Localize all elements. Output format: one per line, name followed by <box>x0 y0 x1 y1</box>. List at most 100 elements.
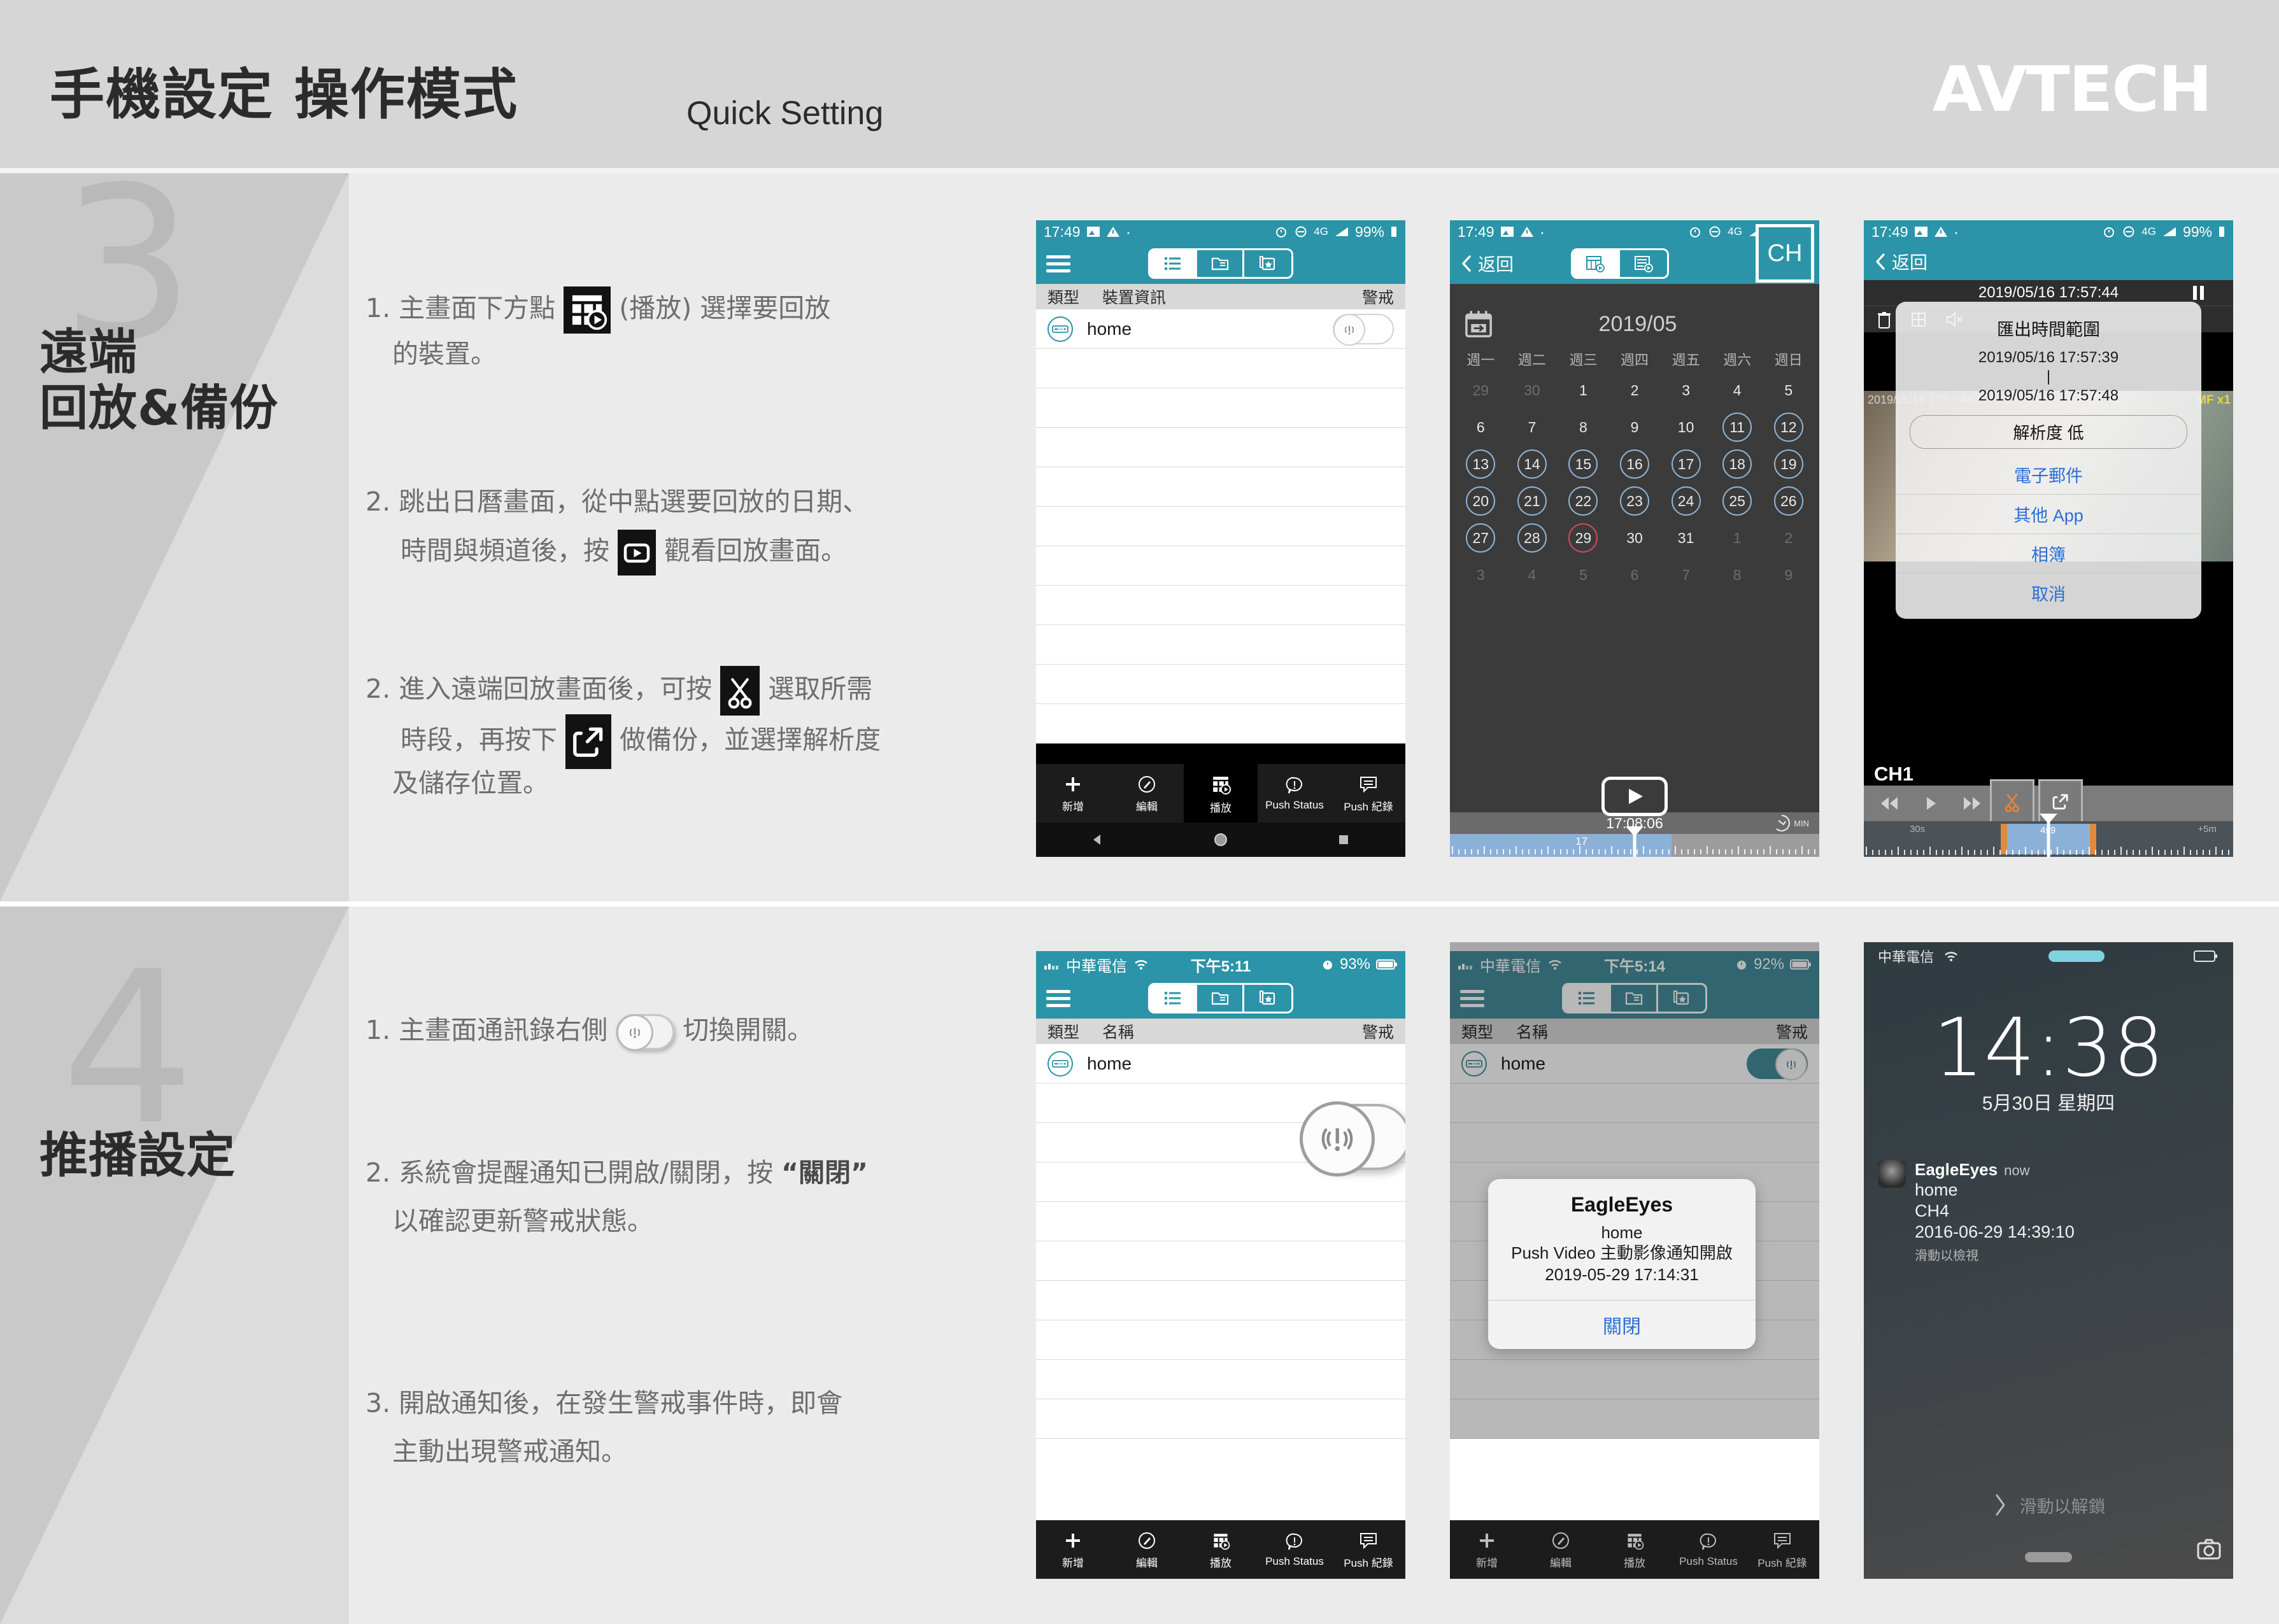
folder-icon[interactable] <box>1197 250 1244 277</box>
calendar-day[interactable]: 1 <box>1712 523 1763 553</box>
list-item[interactable] <box>1450 1123 1819 1162</box>
calendar-day[interactable]: 31 <box>1660 523 1712 553</box>
calendar-day[interactable]: 5 <box>1558 560 1609 590</box>
calendar-day[interactable]: 10 <box>1660 413 1712 442</box>
calendar-day[interactable]: 11 <box>1712 413 1763 442</box>
list-item[interactable] <box>1036 388 1405 428</box>
calendar-day[interactable]: 21 <box>1507 486 1558 516</box>
calendar-grid-icon[interactable] <box>1572 250 1620 277</box>
fast-forward-icon[interactable] <box>1961 795 1982 812</box>
menu-icon[interactable] <box>1046 986 1070 1011</box>
export-resolution-select[interactable]: 解析度 低 <box>1910 414 2187 449</box>
list-icon[interactable] <box>1150 985 1197 1012</box>
camera-icon[interactable] <box>2195 1535 2223 1566</box>
list-item[interactable] <box>1450 1084 1819 1123</box>
list-item[interactable] <box>1036 1320 1405 1360</box>
view-segmented-control[interactable] <box>1562 983 1707 1013</box>
export-option-email[interactable]: 電子郵件 <box>1896 455 2201 494</box>
list-item[interactable] <box>1036 467 1405 507</box>
trash-icon[interactable] <box>1875 310 1893 329</box>
playback-mode-segmented-control[interactable] <box>1570 248 1669 279</box>
calendar-day[interactable]: 9 <box>1609 413 1661 442</box>
calendar-day[interactable]: 20 <box>1455 486 1507 516</box>
calendar-day[interactable]: 29 <box>1455 376 1507 405</box>
tab-push-log[interactable]: Push 紀錄 <box>1331 773 1405 814</box>
tab-edit[interactable]: 編輯 <box>1110 1530 1184 1570</box>
calendar-day[interactable]: 4 <box>1712 376 1763 405</box>
alarm-toggle-callout[interactable] <box>1300 1101 1405 1176</box>
calendar-day[interactable]: 28 <box>1507 523 1558 553</box>
toggle-knob[interactable] <box>1300 1101 1375 1176</box>
list-icon[interactable] <box>1564 985 1611 1012</box>
calendar-day[interactable]: 2 <box>1609 376 1661 405</box>
calendar-day[interactable]: 19 <box>1763 449 1814 479</box>
tab-add[interactable]: 新增 <box>1450 1530 1524 1570</box>
tab-playback[interactable]: 播放 <box>1598 1530 1672 1570</box>
list-icon[interactable] <box>1150 250 1197 277</box>
event-list-icon[interactable] <box>1620 250 1667 277</box>
calendar-day[interactable]: 8 <box>1712 560 1763 590</box>
calendar-day[interactable]: 24 <box>1660 486 1712 516</box>
tab-push-log[interactable]: Push 紀錄 <box>1331 1530 1405 1570</box>
calendar-day[interactable]: 27 <box>1455 523 1507 553</box>
favorite-icon[interactable] <box>1244 250 1291 277</box>
timeline-ruler[interactable]: 17 <box>1450 826 1819 857</box>
list-item[interactable] <box>1036 349 1405 388</box>
calendar-day[interactable]: 3 <box>1455 560 1507 590</box>
pause-icon[interactable] <box>2193 286 2204 300</box>
list-item[interactable] <box>1036 428 1405 467</box>
tab-playback[interactable]: 播放 <box>1184 1530 1258 1570</box>
slide-to-unlock[interactable]: 滑動以解鎖 <box>1864 1492 2233 1518</box>
calendar-day[interactable]: 12 <box>1763 413 1814 442</box>
list-item[interactable] <box>1036 625 1405 665</box>
calendar-day[interactable]: 6 <box>1609 560 1661 590</box>
toggle-knob[interactable] <box>1775 1048 1807 1080</box>
back-button[interactable]: 返回 <box>1460 251 1514 276</box>
tab-push-log[interactable]: Push 紀錄 <box>1745 1530 1819 1570</box>
list-item[interactable] <box>1036 1241 1405 1281</box>
list-item[interactable] <box>1036 1281 1405 1320</box>
calendar-day[interactable]: 3 <box>1660 376 1712 405</box>
favorite-icon[interactable] <box>1658 985 1705 1012</box>
alarm-toggle[interactable] <box>1333 313 1394 346</box>
list-item[interactable] <box>1036 1399 1405 1439</box>
view-segmented-control[interactable] <box>1148 983 1293 1013</box>
tab-add[interactable]: 新增 <box>1036 773 1110 814</box>
calendar-day[interactable]: 26 <box>1763 486 1814 516</box>
alert-close-button[interactable]: 關閉 <box>1488 1299 1756 1349</box>
push-notification[interactable]: EagleEyes now home CH4 2016-06-29 14:39:1… <box>1878 1160 2219 1264</box>
list-item[interactable] <box>1036 586 1405 625</box>
tab-edit[interactable]: 編輯 <box>1110 773 1184 814</box>
list-item[interactable]: home <box>1036 309 1405 349</box>
calendar-day[interactable]: 22 <box>1558 486 1609 516</box>
menu-icon[interactable] <box>1046 251 1070 276</box>
export-option-other-app[interactable]: 其他 App <box>1896 493 2201 533</box>
list-item[interactable]: home <box>1036 1044 1405 1084</box>
folder-icon[interactable] <box>1197 985 1244 1012</box>
calendar-day[interactable]: 2 <box>1763 523 1814 553</box>
calendar-day[interactable]: 7 <box>1507 413 1558 442</box>
calendar-day[interactable]: 16 <box>1609 449 1661 479</box>
back-button[interactable]: 返回 <box>1874 249 1928 274</box>
toggle-knob[interactable] <box>1333 313 1365 346</box>
calendar-day[interactable]: 1 <box>1558 376 1609 405</box>
tab-push-status[interactable]: Push Status <box>1258 775 1331 812</box>
tab-playback[interactable]: 播放 <box>1184 764 1258 823</box>
play-icon[interactable] <box>1922 795 1939 812</box>
scissors-icon[interactable] <box>1990 779 2034 824</box>
calendar-day[interactable]: 15 <box>1558 449 1609 479</box>
channel-select-button[interactable]: CH <box>1756 224 1814 283</box>
calendar-day[interactable]: 30 <box>1609 523 1661 553</box>
tab-add[interactable]: 新增 <box>1036 1530 1110 1570</box>
calendar-day[interactable]: 29 <box>1558 523 1609 553</box>
calendar-day[interactable]: 4 <box>1507 560 1558 590</box>
list-item[interactable] <box>1450 1399 1819 1439</box>
calendar-day[interactable]: 18 <box>1712 449 1763 479</box>
folder-icon[interactable] <box>1611 985 1658 1012</box>
export-option-album[interactable]: 相簿 <box>1896 533 2201 573</box>
calendar-day[interactable]: 9 <box>1763 560 1814 590</box>
list-item[interactable] <box>1036 1202 1405 1241</box>
calendar-day[interactable]: 7 <box>1660 560 1712 590</box>
calendar-day[interactable]: 23 <box>1609 486 1661 516</box>
calendar-day[interactable]: 5 <box>1763 376 1814 405</box>
